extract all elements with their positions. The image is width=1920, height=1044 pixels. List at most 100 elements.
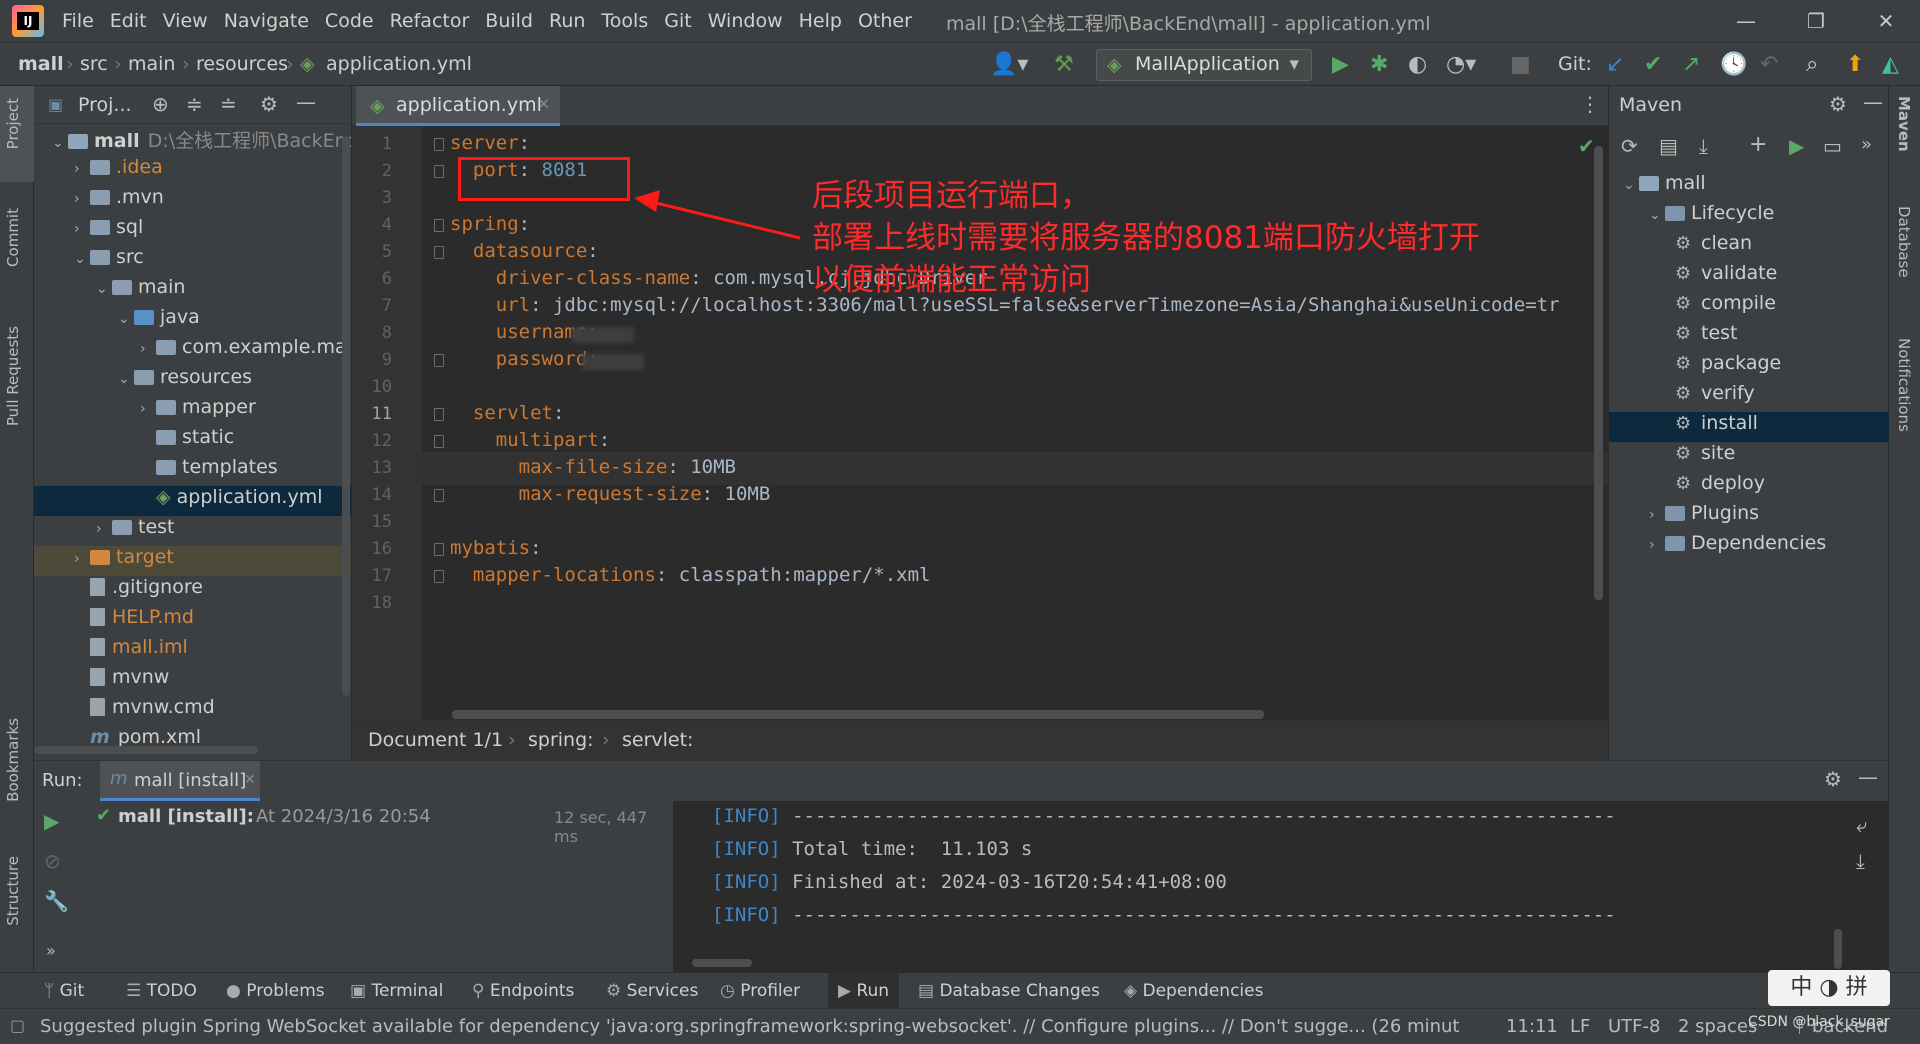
- chevron-right-icon[interactable]: ›: [74, 191, 90, 207]
- menu-view[interactable]: View: [163, 10, 208, 32]
- maven-tree-item[interactable]: ⌄ mall: [1609, 172, 1889, 202]
- project-tree-item[interactable]: › .mvn: [34, 186, 351, 216]
- code-line[interactable]: multipart:: [450, 429, 610, 451]
- history-icon[interactable]: 🕓: [1720, 51, 1747, 79]
- commit-tool-tab[interactable]: Commit: [4, 208, 22, 267]
- hide-panel-icon[interactable]: —: [1863, 90, 1883, 114]
- intellij-logo-icon[interactable]: [12, 5, 44, 37]
- wrench-icon[interactable]: 🔧: [44, 889, 69, 913]
- project-hscrollbar[interactable]: [34, 746, 258, 754]
- breadcrumb-servlet[interactable]: servlet:: [622, 729, 693, 751]
- project-tree-item[interactable]: mvnw.cmd: [34, 696, 351, 726]
- inspection-ok-icon[interactable]: ✔: [1578, 134, 1595, 158]
- maven-tree-item[interactable]: ⚙ clean: [1609, 232, 1889, 262]
- panel-toggle-icon[interactable]: ▢: [10, 1016, 25, 1035]
- maven-tree-item[interactable]: ⌄ Lifecycle: [1609, 202, 1889, 232]
- tool-tab-dependencies[interactable]: ◈ Dependencies: [1124, 981, 1263, 1001]
- build-hammer-icon[interactable]: ⚒: [1054, 51, 1074, 79]
- stop-icon[interactable]: ■: [1510, 51, 1531, 79]
- menu-navigate[interactable]: Navigate: [224, 10, 309, 32]
- close-window-button[interactable]: ✕: [1866, 6, 1906, 36]
- chevron-right-icon[interactable]: ›: [74, 221, 90, 237]
- profile-icon[interactable]: ◔▾: [1446, 51, 1476, 79]
- collapse-all-icon[interactable]: ≐: [220, 92, 237, 116]
- code-line[interactable]: server:: [450, 132, 530, 154]
- code-line[interactable]: mapper-locations: classpath:mapper/*.xml: [450, 564, 931, 586]
- run-icon[interactable]: ▶: [1789, 134, 1804, 158]
- gear-icon[interactable]: ⚙: [260, 92, 278, 116]
- scroll-to-end-icon[interactable]: ⤓: [1856, 849, 1865, 873]
- maven-tree-item[interactable]: ⚙ site: [1609, 442, 1889, 472]
- locate-icon[interactable]: ⊕: [152, 92, 169, 116]
- breadcrumb-file[interactable]: application.yml: [326, 53, 472, 75]
- menu-file[interactable]: File: [62, 10, 94, 32]
- tool-tab-run[interactable]: ▶ Run: [828, 973, 900, 1009]
- project-tree-item[interactable]: › mapper: [34, 396, 351, 426]
- menu-other[interactable]: Other: [858, 10, 912, 32]
- coverage-icon[interactable]: ◐: [1408, 51, 1427, 79]
- tool-tab-terminal[interactable]: ▣ Terminal: [350, 981, 443, 1001]
- tab-run-install[interactable]: m mall [install] ✕: [100, 761, 260, 801]
- tool-tab-profiler[interactable]: ◷ Profiler: [720, 981, 800, 1001]
- fold-marker-icon[interactable]: [434, 570, 444, 583]
- git-push-icon[interactable]: ↗: [1682, 51, 1700, 79]
- gear-icon[interactable]: ⚙: [1824, 767, 1842, 791]
- maven-tree-item[interactable]: ⚙ package: [1609, 352, 1889, 382]
- rollback-icon[interactable]: ↶: [1760, 51, 1778, 79]
- editor-hscrollbar[interactable]: [452, 710, 1264, 719]
- code-line[interactable]: spring:: [450, 213, 530, 235]
- chevron-right-icon[interactable]: ›: [1649, 507, 1665, 523]
- fold-marker-icon[interactable]: [434, 543, 444, 556]
- project-tree-item[interactable]: ⌄ resources: [34, 366, 351, 396]
- more-icon[interactable]: »: [46, 941, 56, 960]
- fold-marker-icon[interactable]: [434, 408, 444, 421]
- chevron-right-icon[interactable]: ›: [74, 161, 90, 177]
- menu-build[interactable]: Build: [485, 10, 533, 32]
- soft-wrap-icon[interactable]: ⤶: [1856, 813, 1867, 837]
- chevron-down-icon[interactable]: ⌄: [1623, 177, 1639, 193]
- pull-requests-tool-tab[interactable]: Pull Requests: [4, 326, 22, 426]
- project-tree-item[interactable]: mall.iml: [34, 636, 351, 666]
- menu-help[interactable]: Help: [799, 10, 842, 32]
- maven-tree-item[interactable]: ⚙ compile: [1609, 292, 1889, 322]
- menu-refactor[interactable]: Refactor: [390, 10, 470, 32]
- maven-tree-item[interactable]: ⚙ validate: [1609, 262, 1889, 292]
- fold-marker-icon[interactable]: [434, 165, 444, 178]
- project-tree-item[interactable]: mvnw: [34, 666, 351, 696]
- tool-tab-problems[interactable]: ● Problems: [226, 981, 325, 1001]
- bookmarks-tool-tab[interactable]: Bookmarks: [4, 718, 22, 802]
- console-hscrollbar[interactable]: [692, 959, 752, 967]
- chevron-down-icon[interactable]: ⌄: [118, 311, 134, 327]
- project-tree-item[interactable]: ⌄ src: [34, 246, 351, 276]
- project-tree-item[interactable]: ◈ application.yml: [34, 486, 351, 516]
- restore-button[interactable]: ❐: [1796, 6, 1836, 36]
- debug-icon[interactable]: ✱: [1370, 51, 1388, 79]
- code-line[interactable]: max-file-size: 10MB: [450, 456, 736, 478]
- indent-setting[interactable]: 2 spaces: [1678, 1016, 1757, 1037]
- project-tree-item[interactable]: static: [34, 426, 351, 456]
- status-message[interactable]: Suggested plugin Spring WebSocket availa…: [40, 1016, 1460, 1037]
- breadcrumb-src[interactable]: src: [80, 53, 108, 75]
- project-scrollbar[interactable]: [342, 136, 350, 696]
- project-tree-item[interactable]: › target: [34, 546, 351, 576]
- reload-icon[interactable]: ⟳: [1621, 134, 1638, 158]
- hide-panel-icon[interactable]: —: [1858, 765, 1878, 789]
- code-line[interactable]: max-request-size: 10MB: [450, 483, 771, 505]
- fold-marker-icon[interactable]: [434, 138, 444, 151]
- fold-marker-icon[interactable]: [434, 489, 444, 502]
- git-update-icon[interactable]: ↙: [1606, 51, 1624, 79]
- console-output[interactable]: [INFO] ---------------------------------…: [686, 801, 1876, 973]
- fold-marker-icon[interactable]: [434, 246, 444, 259]
- project-tree-item[interactable]: .gitignore: [34, 576, 351, 606]
- chevron-right-icon[interactable]: ›: [96, 521, 112, 537]
- close-icon[interactable]: ✕: [244, 772, 256, 788]
- fold-marker-icon[interactable]: [434, 435, 444, 448]
- structure-tool-tab[interactable]: Structure: [4, 856, 22, 926]
- breadcrumb-spring[interactable]: spring:: [528, 729, 594, 751]
- chevron-down-icon[interactable]: ⌄: [74, 251, 90, 267]
- hide-panel-icon[interactable]: —: [296, 90, 316, 114]
- tool-tab-git[interactable]: ᛘ Git: [44, 981, 84, 1001]
- project-tool-tab[interactable]: Project: [4, 98, 22, 149]
- search-icon[interactable]: ⌕: [1806, 51, 1818, 79]
- more-icon[interactable]: »: [1861, 134, 1872, 155]
